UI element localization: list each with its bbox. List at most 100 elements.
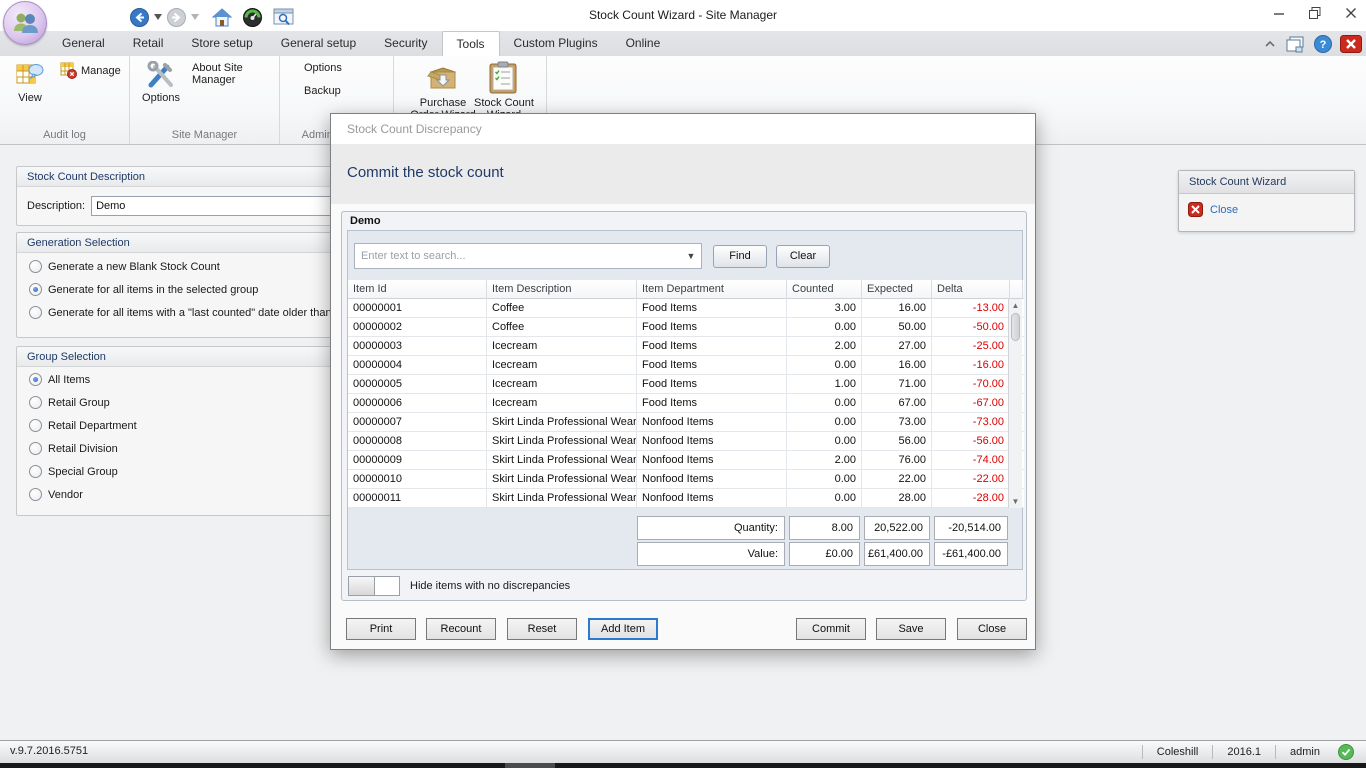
add-item-button[interactable]: Add Item <box>588 618 658 640</box>
scroll-down-icon[interactable]: ▼ <box>1009 497 1022 506</box>
discrepancy-toggle-row: Hide items with no discrepancies <box>348 576 570 596</box>
grid-body: 00000001CoffeeFood Items3.0016.00-13.000… <box>348 299 1024 508</box>
table-row[interactable]: 00000007Skirt Linda Professional WearNon… <box>348 413 1024 432</box>
scroll-up-icon[interactable]: ▲ <box>1009 301 1022 310</box>
back-dropdown-icon[interactable] <box>154 14 162 20</box>
search-dropdown-icon[interactable]: ▼ <box>681 251 701 261</box>
clear-button[interactable]: Clear <box>776 245 830 268</box>
cell-item-description: Skirt Linda Professional Wear <box>487 413 637 431</box>
column-header-item-id[interactable]: Item Id <box>348 280 487 299</box>
backup-button[interactable]: Backup <box>304 85 341 97</box>
group-option-vendor[interactable]: Vendor <box>29 488 83 501</box>
forward-dropdown-icon[interactable] <box>191 14 199 20</box>
hide-discrepancies-toggle[interactable] <box>348 576 400 596</box>
find-button[interactable]: Find <box>713 245 767 268</box>
tab-tools[interactable]: Tools <box>442 31 500 56</box>
table-row[interactable]: 00000010Skirt Linda Professional WearNon… <box>348 470 1024 489</box>
generation-option-radio-icon <box>29 306 42 319</box>
tab-general-setup[interactable]: General setup <box>267 31 370 56</box>
tab-store-setup[interactable]: Store setup <box>177 31 266 56</box>
column-header-item-department[interactable]: Item Department <box>637 280 787 299</box>
cell-delta: -13.00 <box>932 299 1010 317</box>
options-button[interactable]: Options <box>136 61 186 104</box>
group-option-retail-division[interactable]: Retail Division <box>29 442 118 455</box>
restore-button[interactable] <box>1308 6 1322 20</box>
back-icon[interactable] <box>130 8 149 27</box>
print-button[interactable]: Print <box>346 618 416 640</box>
view-button[interactable]: View <box>6 61 54 104</box>
table-row[interactable]: 00000009Skirt Linda Professional WearNon… <box>348 451 1024 470</box>
save-button[interactable]: Save <box>876 618 946 640</box>
recount-button[interactable]: Recount <box>426 618 496 640</box>
ribbon-tabs: GeneralRetailStore setupGeneral setupSec… <box>48 31 674 56</box>
description-input[interactable] <box>91 196 338 216</box>
demo-groupbox-title: Demo <box>350 215 381 227</box>
exit-app-icon[interactable] <box>1340 35 1362 53</box>
tab-custom-plugins[interactable]: Custom Plugins <box>500 31 612 56</box>
cell-delta: -74.00 <box>932 451 1010 469</box>
group-option-all-items[interactable]: All Items <box>29 373 90 386</box>
cell-item-description: Coffee <box>487 299 637 317</box>
collapse-ribbon-icon[interactable] <box>1262 36 1278 52</box>
group-option-retail-group[interactable]: Retail Group <box>29 396 110 409</box>
generation-option-generate-a-new-blank-stock-count[interactable]: Generate a new Blank Stock Count <box>29 260 220 273</box>
cell-item-id: 00000006 <box>348 394 487 412</box>
cell-item-id: 00000010 <box>348 470 487 488</box>
group-selection-box: Group Selection All ItemsRetail GroupRet… <box>16 346 360 516</box>
column-header-item-description[interactable]: Item Description <box>487 280 637 299</box>
summary-quantity-cell: 8.00 <box>789 516 860 540</box>
stock-count-description-box: Stock Count Description Description: <box>16 166 360 226</box>
table-row[interactable]: 00000008Skirt Linda Professional WearNon… <box>348 432 1024 451</box>
home-icon[interactable] <box>212 8 232 27</box>
table-row[interactable]: 00000003IcecreamFood Items2.0027.00-25.0… <box>348 337 1024 356</box>
cell-expected: 22.00 <box>862 470 932 488</box>
tab-general[interactable]: General <box>48 31 119 56</box>
cell-counted: 0.00 <box>787 318 862 336</box>
tab-security[interactable]: Security <box>370 31 441 56</box>
group-label-audit-log: Audit log <box>0 129 129 141</box>
column-header-counted[interactable]: Counted <box>787 280 862 299</box>
reset-button[interactable]: Reset <box>507 618 577 640</box>
search-window-icon[interactable] <box>273 8 294 27</box>
table-row[interactable]: 00000006IcecreamFood Items0.0067.00-67.0… <box>348 394 1024 413</box>
gauge-icon[interactable] <box>243 8 262 27</box>
generation-option-label: Generate a new Blank Stock Count <box>48 261 220 273</box>
forward-icon[interactable] <box>167 8 186 27</box>
quick-access-toolbar <box>130 6 294 28</box>
commit-button[interactable]: Commit <box>796 618 866 640</box>
group-option-retail-department[interactable]: Retail Department <box>29 419 137 432</box>
ribbon-tab-row: GeneralRetailStore setupGeneral setupSec… <box>0 31 1366 56</box>
tab-retail[interactable]: Retail <box>119 31 178 56</box>
generation-option-label: Generate for all items in the selected g… <box>48 284 258 296</box>
table-row[interactable]: 00000002CoffeeFood Items0.0050.00-50.00 <box>348 318 1024 337</box>
table-row[interactable]: 00000005IcecreamFood Items1.0071.00-70.0… <box>348 375 1024 394</box>
scroll-thumb[interactable] <box>1011 313 1020 341</box>
cell-item-description: Coffee <box>487 318 637 336</box>
minimize-button[interactable] <box>1272 6 1286 20</box>
table-row[interactable]: 00000011Skirt Linda Professional WearNon… <box>348 489 1024 508</box>
windows-icon[interactable] <box>1286 36 1306 53</box>
cell-expected: 50.00 <box>862 318 932 336</box>
column-header-expected[interactable]: Expected <box>862 280 932 299</box>
close-window-button[interactable] <box>1344 6 1358 20</box>
wizard-close-link[interactable]: Close <box>1179 194 1354 217</box>
cell-expected: 71.00 <box>862 375 932 393</box>
help-icon[interactable]: ? <box>1314 35 1332 53</box>
search-input[interactable]: Enter text to search... <box>355 250 681 262</box>
search-combobox[interactable]: Enter text to search... ▼ <box>354 243 702 269</box>
column-header-delta[interactable]: Delta <box>932 280 1010 299</box>
group-option-special-group[interactable]: Special Group <box>29 465 118 478</box>
generation-option-generate-for-all-items-in-the-selected-group[interactable]: Generate for all items in the selected g… <box>29 283 258 296</box>
close-button[interactable]: Close <box>957 618 1027 640</box>
grid-scrollbar[interactable]: ▲ ▼ <box>1008 299 1022 508</box>
admin-options-button[interactable]: Options <box>304 62 342 74</box>
about-site-manager-button[interactable]: About Site Manager <box>192 62 279 86</box>
table-row[interactable]: 00000001CoffeeFood Items3.0016.00-13.00 <box>348 299 1024 318</box>
generation-option-generate-for-all-items-with-a-last-counted-date-older-than[interactable]: Generate for all items with a "last coun… <box>29 306 332 319</box>
stock-count-wizard-icon <box>488 61 518 95</box>
app-menu-button[interactable] <box>3 1 47 45</box>
tab-online[interactable]: Online <box>612 31 675 56</box>
table-row[interactable]: 00000004IcecreamFood Items0.0016.00-16.0… <box>348 356 1024 375</box>
manage-button[interactable]: Manage <box>60 62 121 79</box>
group-option-label: Retail Department <box>48 420 137 432</box>
